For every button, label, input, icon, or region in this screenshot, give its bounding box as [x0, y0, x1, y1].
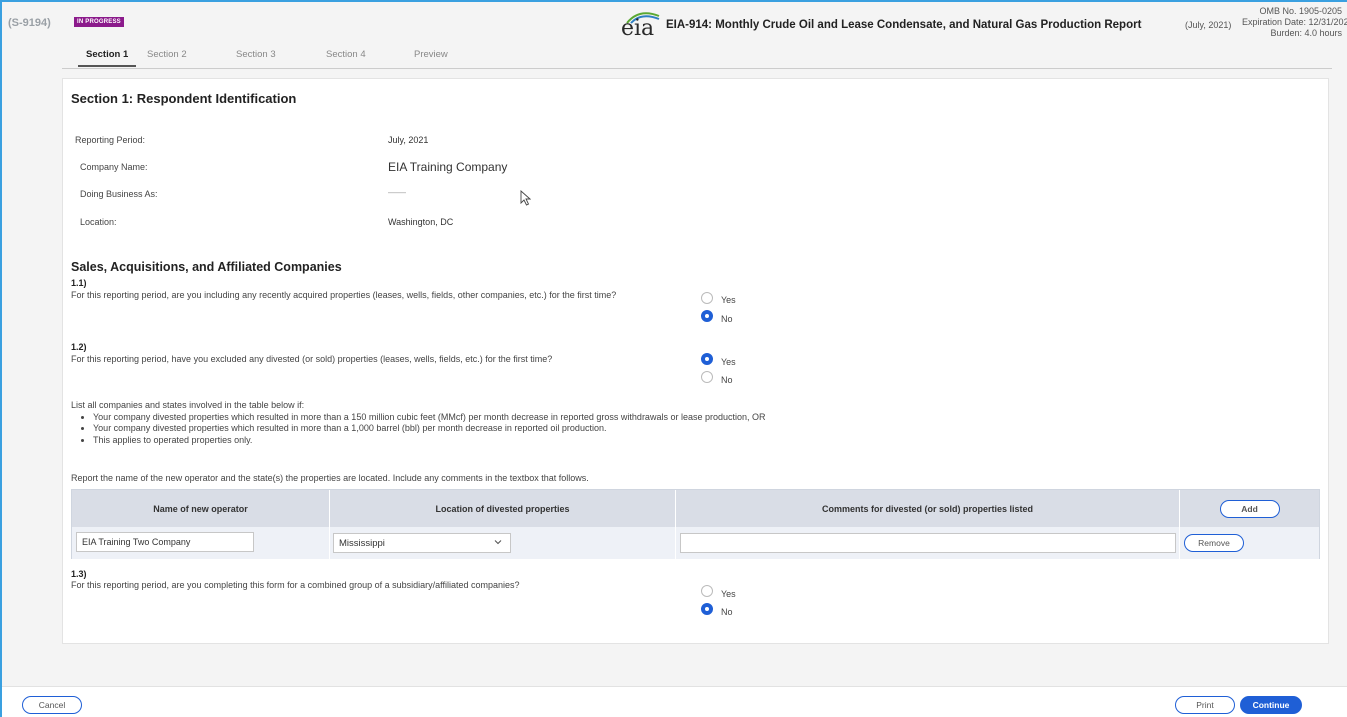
divested-properties-table: Name of new operator Location of diveste… — [71, 489, 1320, 559]
dba-label: Doing Business As: — [80, 189, 158, 199]
report-title: EIA-914: Monthly Crude Oil and Lease Con… — [666, 19, 1142, 31]
q1-number: 1.1) — [71, 278, 87, 288]
eia-logo: eia — [621, 10, 663, 41]
q1-text: For this reporting period, are you inclu… — [71, 290, 617, 300]
logo-text: eia — [621, 16, 655, 41]
q2-number: 1.2) — [71, 342, 87, 352]
reporting-period-label: Reporting Period: — [75, 135, 146, 145]
tab-section-4[interactable]: Section 4 — [326, 49, 366, 60]
q2-yes-radio[interactable] — [701, 353, 713, 365]
col-header-location: Location of divested properties — [330, 490, 676, 527]
section-title: Section 1: Respondent Identification — [71, 91, 297, 106]
section-tabs: Section 1 Section 2 Section 3 Section 4 … — [62, 47, 1332, 69]
report-period: (July, 2021) — [1185, 20, 1232, 30]
q3-number: 1.3) — [71, 569, 87, 579]
print-button[interactable]: Print — [1175, 696, 1235, 714]
q3-no-label: No — [721, 607, 733, 617]
reporting-period-value: July, 2021 — [388, 135, 429, 145]
cell-operator: EIA Training Two Company — [72, 527, 330, 559]
q1-yes-radio[interactable] — [701, 292, 713, 304]
continue-button[interactable]: Continue — [1240, 696, 1302, 714]
omb-info: OMB No. 1905-0205 Expiration Date: 12/31… — [1242, 6, 1347, 39]
criteria-intro: List all companies and states involved i… — [71, 400, 305, 410]
footer-bar: Cancel Print Continue — [2, 686, 1347, 717]
expiration-date: Expiration Date: 12/31/2020 — [1242, 17, 1347, 27]
add-row-button[interactable]: Add — [1219, 499, 1280, 518]
q2-no-label: No — [721, 375, 733, 385]
tab-preview[interactable]: Preview — [414, 49, 448, 60]
mouse-pointer-icon — [520, 190, 531, 206]
company-name-value: EIA Training Company — [388, 160, 508, 174]
criteria-item: This applies to operated properties only… — [93, 435, 1071, 447]
q2-text: For this reporting period, have you excl… — [71, 354, 553, 364]
status-badge: IN PROGRESS — [74, 17, 124, 27]
q1-no-label: No — [721, 314, 733, 324]
criteria-item: Your company divested properties which r… — [93, 412, 1071, 424]
q3-yes-radio[interactable] — [701, 585, 713, 597]
location-value: Washington, DC — [388, 217, 454, 227]
app-frame: (S-9194) IN PROGRESS eia EIA-914: Monthl… — [0, 0, 1347, 717]
operator-name-input[interactable]: EIA Training Two Company — [76, 532, 254, 552]
cell-comments — [676, 527, 1180, 559]
cancel-button[interactable]: Cancel — [22, 696, 82, 714]
cell-actions: Remove — [1180, 527, 1319, 559]
company-name-label: Company Name: — [80, 162, 148, 172]
section-panel: Section 1: Respondent Identification Rep… — [62, 78, 1329, 644]
divestiture-criteria: List all companies and states involved i… — [71, 400, 1071, 446]
q1-no-radio[interactable] — [701, 310, 713, 322]
criteria-list: Your company divested properties which r… — [93, 412, 1071, 447]
tab-section-2[interactable]: Section 2 — [147, 49, 187, 60]
col-header-actions: Add — [1180, 490, 1319, 527]
location-select[interactable]: Mississippi — [333, 533, 511, 553]
cell-location: Mississippi — [330, 527, 676, 559]
remove-row-button[interactable]: Remove — [1184, 534, 1244, 552]
location-select-value: Mississippi — [339, 538, 385, 549]
q2-no-radio[interactable] — [701, 371, 713, 383]
col-header-comments: Comments for divested (or sold) properti… — [676, 490, 1180, 527]
location-label: Location: — [80, 217, 117, 227]
tab-section-3[interactable]: Section 3 — [236, 49, 276, 60]
chevron-down-icon — [494, 540, 502, 545]
q3-no-radio[interactable] — [701, 603, 713, 615]
q1-yes-label: Yes — [721, 295, 736, 305]
burden-hours: Burden: 4.0 hours — [1270, 28, 1342, 38]
q2-yes-label: Yes — [721, 357, 736, 367]
sales-subheading: Sales, Acquisitions, and Affiliated Comp… — [71, 260, 342, 274]
comments-input[interactable] — [680, 533, 1176, 553]
omb-number: OMB No. 1905-0205 — [1259, 6, 1342, 16]
dba-value: —— — [388, 187, 406, 197]
col-header-operator: Name of new operator — [72, 490, 330, 527]
report-instruction: Report the name of the new operator and … — [71, 473, 589, 483]
tab-section-1[interactable]: Section 1 — [77, 49, 137, 67]
q3-text: For this reporting period, are you compl… — [71, 580, 520, 590]
header-bar: (S-9194) IN PROGRESS eia EIA-914: Monthl… — [2, 2, 1347, 46]
criteria-item: Your company divested properties which r… — [93, 423, 1071, 435]
case-id: (S-9194) — [8, 17, 51, 29]
q3-yes-label: Yes — [721, 589, 736, 599]
